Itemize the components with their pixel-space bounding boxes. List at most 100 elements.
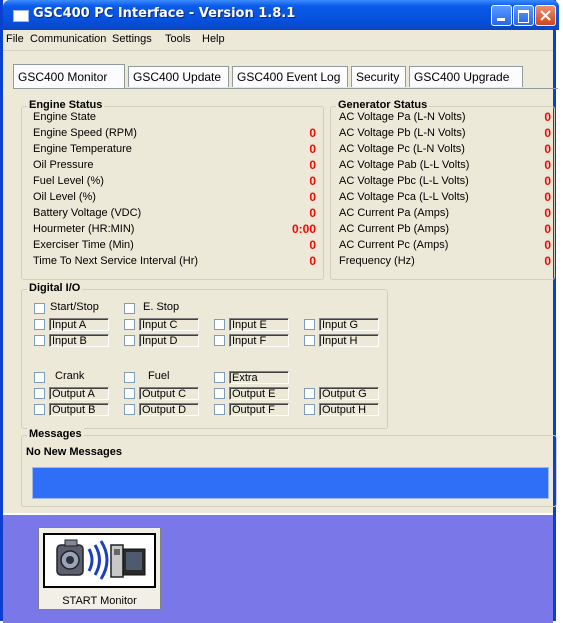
generator-row-label: AC Current Pb (Amps) bbox=[339, 223, 450, 235]
generator-row-value: 0 bbox=[544, 222, 551, 236]
output-e-box: Output E bbox=[229, 387, 289, 400]
output-f-checkbox[interactable] bbox=[214, 404, 225, 415]
message-text: No New Messages bbox=[26, 446, 122, 458]
e-stop-label: E. Stop bbox=[143, 301, 180, 313]
input-b-checkbox[interactable] bbox=[34, 335, 45, 346]
input-a-checkbox[interactable] bbox=[34, 319, 45, 330]
input-f-checkbox[interactable] bbox=[214, 335, 225, 346]
output-a-checkbox[interactable] bbox=[34, 388, 45, 399]
e-stop-checkbox[interactable] bbox=[124, 303, 135, 314]
engine-row-label: Oil Level (%) bbox=[33, 191, 96, 203]
generator-row-label: Frequency (Hz) bbox=[339, 255, 415, 267]
output-b-box: Output B bbox=[49, 403, 109, 416]
output-h-box: Output H bbox=[319, 403, 379, 416]
generator-row-label: AC Voltage Pca (L-L Volts) bbox=[339, 191, 469, 203]
engine-status-title: Engine Status bbox=[27, 99, 105, 111]
engine-row-value: 0 bbox=[309, 254, 316, 268]
input-d-box: Input D bbox=[139, 334, 199, 347]
minimize-button[interactable] bbox=[491, 5, 512, 26]
generator-row-label: AC Voltage Pbc (L-L Volts) bbox=[339, 175, 469, 187]
close-button[interactable] bbox=[535, 5, 556, 26]
output-c-box: Output C bbox=[139, 387, 199, 400]
engine-row-label: Time To Next Service Interval (Hr) bbox=[33, 255, 199, 267]
crank-checkbox[interactable] bbox=[34, 372, 45, 383]
fuel-checkbox[interactable] bbox=[124, 372, 135, 383]
output-c-checkbox[interactable] bbox=[124, 388, 135, 399]
messages-group: Messages No New Messages bbox=[21, 428, 557, 507]
extra-checkbox[interactable] bbox=[214, 372, 225, 383]
close-icon bbox=[540, 10, 551, 21]
generator-row-value: 0 bbox=[544, 190, 551, 204]
crank-label: Crank bbox=[55, 370, 85, 382]
message-bar bbox=[32, 467, 549, 499]
output-h-checkbox[interactable] bbox=[304, 404, 315, 415]
tab-gsc400-upgrade[interactable]: GSC400 Upgrade bbox=[409, 66, 523, 87]
input-a-box: Input A bbox=[49, 318, 109, 331]
generator-row-label: AC Current Pc (Amps) bbox=[339, 239, 449, 251]
generator-row-value: 0 bbox=[544, 126, 551, 140]
tab-security[interactable]: Security bbox=[351, 66, 406, 87]
start-monitor-button[interactable]: START Monitor bbox=[38, 527, 161, 610]
engine-row-label: Hourmeter (HR:MIN) bbox=[33, 223, 135, 235]
engine-row-value: 0 bbox=[309, 190, 316, 204]
output-f-box: Output F bbox=[229, 403, 289, 416]
output-e-checkbox[interactable] bbox=[214, 388, 225, 399]
input-e-box: Input E bbox=[229, 318, 289, 331]
digital-io-title: Digital I/O bbox=[27, 282, 83, 294]
generator-row-label: AC Voltage Pab (L-L Volts) bbox=[339, 159, 470, 171]
output-g-box: Output G bbox=[319, 387, 379, 400]
output-g-checkbox[interactable] bbox=[304, 388, 315, 399]
engine-row-value: 0 bbox=[309, 142, 316, 156]
tab-gsc400-update[interactable]: GSC400 Update bbox=[128, 66, 229, 87]
generator-row-value: 0 bbox=[544, 254, 551, 268]
output-b-checkbox[interactable] bbox=[34, 404, 45, 415]
engine-row-value: 0 bbox=[309, 238, 316, 252]
window-title: GSC400 PC Interface - Version 1.8.1 bbox=[33, 6, 296, 21]
generator-row-label: AC Voltage Pb (L-N Volts) bbox=[339, 127, 466, 139]
tab-gsc400-event-log[interactable]: GSC400 Event Log bbox=[232, 66, 348, 87]
engine-row-value: 0:00 bbox=[291, 222, 316, 236]
generator-row-value: 0 bbox=[544, 110, 551, 124]
input-c-checkbox[interactable] bbox=[124, 319, 135, 330]
start-stop-label: Start/Stop bbox=[50, 301, 99, 313]
tab-gsc400-monitor[interactable]: GSC400 Monitor bbox=[13, 64, 125, 88]
menu-settings[interactable]: Settings bbox=[112, 33, 152, 45]
title-bar[interactable]: GSC400 PC Interface - Version 1.8.1 bbox=[3, 0, 559, 30]
fuel-label: Fuel bbox=[148, 370, 170, 382]
generator-row-value: 0 bbox=[544, 238, 551, 252]
engine-row-label: Engine Temperature bbox=[33, 143, 132, 155]
generator-row-label: AC Voltage Pc (L-N Volts) bbox=[339, 143, 465, 155]
input-h-checkbox[interactable] bbox=[304, 335, 315, 346]
maximize-button[interactable] bbox=[513, 5, 534, 26]
generator-row-label: AC Current Pa (Amps) bbox=[339, 207, 450, 219]
messages-title: Messages bbox=[27, 428, 84, 440]
input-d-checkbox[interactable] bbox=[124, 335, 135, 346]
engine-row-label: Battery Voltage (VDC) bbox=[33, 207, 142, 219]
engine-row-value: 0 bbox=[309, 174, 316, 188]
generator-status-group: Generator Status AC Voltage Pa (L-N Volt… bbox=[330, 99, 555, 280]
generator-status-title: Generator Status bbox=[336, 99, 430, 111]
input-g-box: Input G bbox=[319, 318, 379, 331]
input-e-checkbox[interactable] bbox=[214, 319, 225, 330]
input-f-box: Input F bbox=[229, 334, 289, 347]
menu-help[interactable]: Help bbox=[202, 33, 225, 45]
input-b-box: Input B bbox=[49, 334, 109, 347]
output-d-checkbox[interactable] bbox=[124, 404, 135, 415]
engine-row-value: 0 bbox=[309, 126, 316, 140]
output-a-box: Output A bbox=[49, 387, 109, 400]
engine-row-label: Engine Speed (RPM) bbox=[33, 127, 137, 139]
input-g-checkbox[interactable] bbox=[304, 319, 315, 330]
generator-row-value: 0 bbox=[544, 174, 551, 188]
app-icon bbox=[13, 10, 29, 22]
start-monitor-label: START Monitor bbox=[62, 595, 137, 607]
menu-communication[interactable]: Communication bbox=[30, 33, 106, 45]
engine-row-value: 0 bbox=[309, 158, 316, 172]
engine-row-value: 0 bbox=[309, 206, 316, 220]
output-d-box: Output D bbox=[139, 403, 199, 416]
start-stop-checkbox[interactable] bbox=[34, 303, 45, 314]
menu-file[interactable]: File bbox=[6, 33, 24, 45]
menu-tools[interactable]: Tools bbox=[165, 33, 191, 45]
engine-row-label: Fuel Level (%) bbox=[33, 175, 104, 187]
generator-row-value: 0 bbox=[544, 158, 551, 172]
engine-row-label: Engine State bbox=[33, 111, 96, 123]
